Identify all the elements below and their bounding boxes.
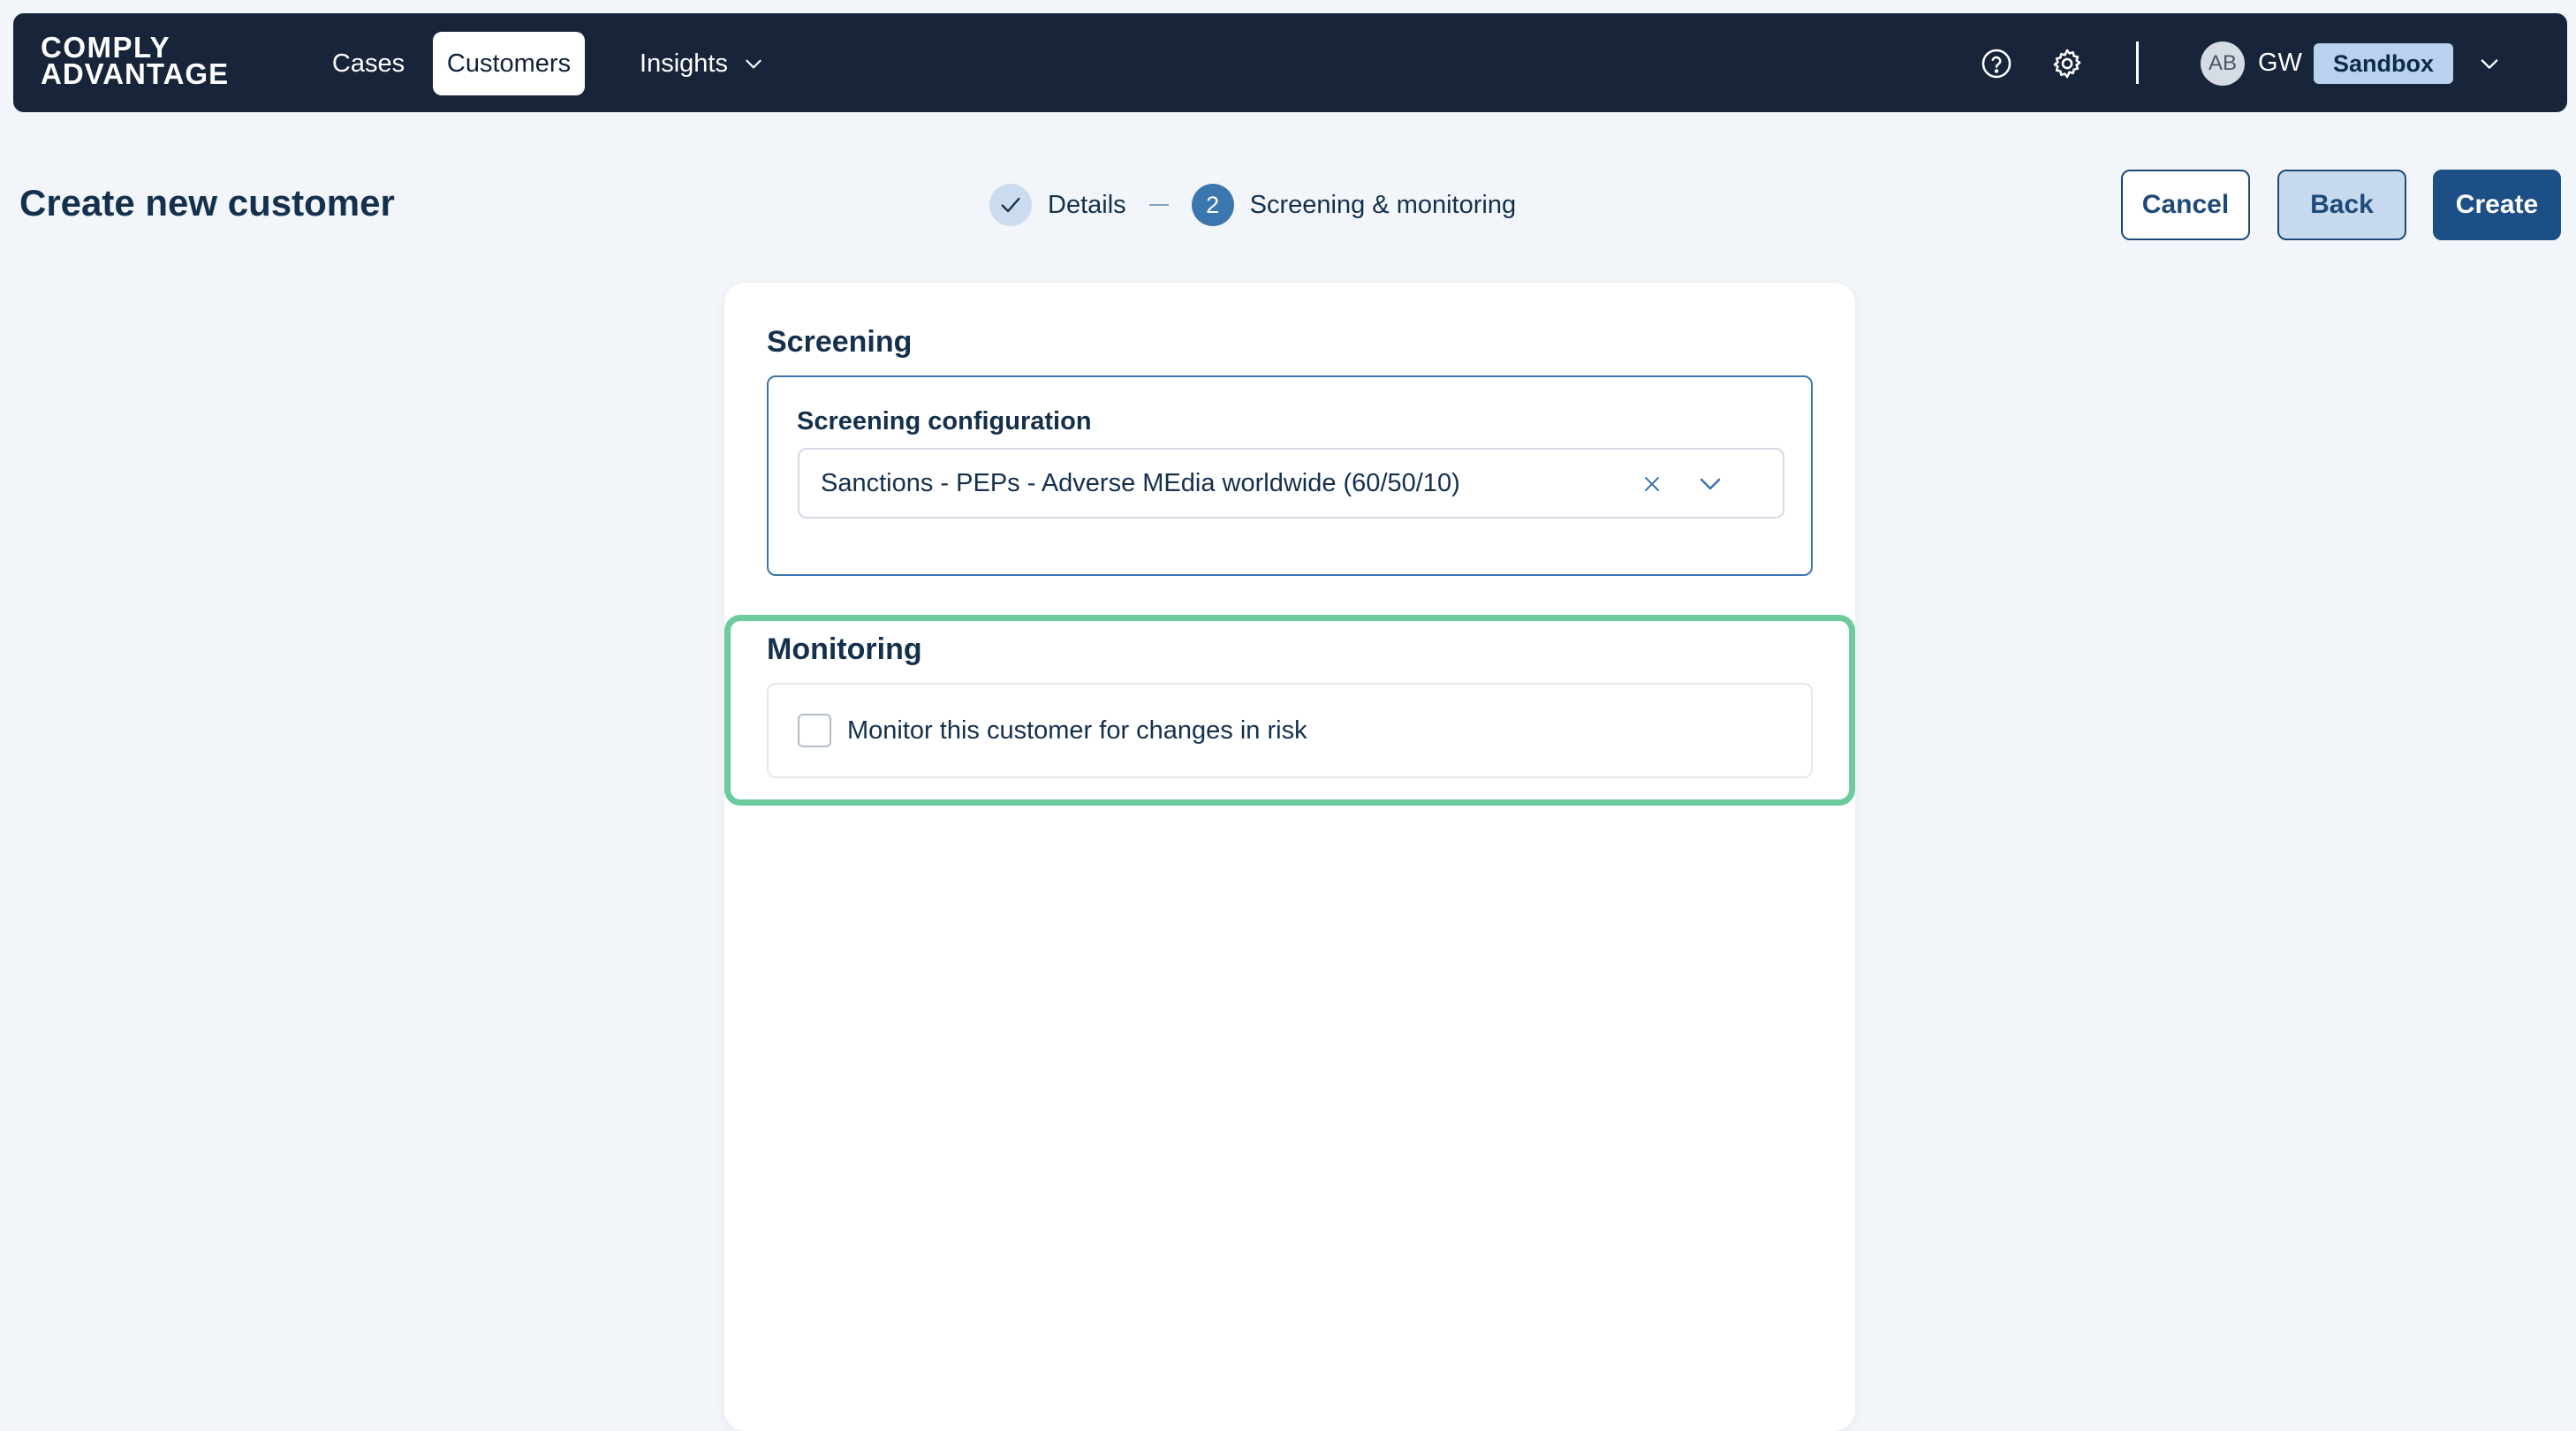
step-label-details: Details [1048,190,1126,219]
screening-config-select[interactable]: Sanctions - PEPs - Adverse MEdia worldwi… [798,448,1784,519]
chevron-down-icon [746,59,761,69]
logo-line-2: ADVANTAGE [41,57,230,90]
clear-selection-button[interactable] [1637,469,1667,499]
step-label-screening-monitoring: Screening & monitoring [1249,190,1517,219]
logo[interactable]: COMPLY ADVANTAGE [41,33,230,90]
check-icon [1001,197,1020,213]
monitoring-option-panel: Monitor this customer for changes in ris… [767,683,1813,778]
nav-item-label: Customers [446,49,572,78]
nav-item-insights[interactable]: Insights [623,32,782,95]
monitor-customer-checkbox[interactable] [798,714,831,747]
screening-section-title: Screening [767,325,913,359]
user-menu-toggle[interactable] [2474,49,2504,79]
gear-icon [2053,49,2081,79]
chevron-down-icon [1700,478,1721,490]
avatar[interactable]: AB [2201,42,2245,86]
step-connector [1148,204,1169,206]
settings-button[interactable] [2046,42,2088,85]
nav-item-customers[interactable]: Customers [433,32,585,95]
help-circle-icon [1981,49,2012,79]
nav-item-label: Insights [640,49,728,78]
form-card: Screening Screening configuration Sancti… [724,283,1855,1431]
page-title: Create new customer [19,182,395,223]
nav-item-cases[interactable]: Cases [311,32,426,95]
nav-divider [2136,42,2139,84]
monitor-customer-label[interactable]: Monitor this customer for changes in ris… [847,716,1307,746]
screening-config-label: Screening configuration [797,407,1092,435]
user-initials[interactable]: GW [2258,49,2302,78]
chevron-down-icon [2481,59,2498,69]
top-navbar: COMPLY ADVANTAGE Cases Customers Insight… [13,13,2567,112]
back-button[interactable]: Back [2277,170,2406,240]
environment-badge: Sandbox [2314,43,2453,84]
step-completed-indicator [989,184,1032,226]
monitoring-section-title: Monitoring [767,632,922,666]
screening-config-value: Sanctions - PEPs - Adverse MEdia worldwi… [821,469,1460,497]
screening-config-panel: Screening configuration Sanctions - PEPs… [767,375,1813,576]
step-number: 2 [1191,184,1234,226]
cancel-button[interactable]: Cancel [2121,170,2250,240]
help-button[interactable] [1975,42,2018,85]
close-icon [1645,477,1659,491]
stepper: Details 2 Screening & monitoring [989,184,1516,226]
create-button[interactable]: Create [2433,170,2561,240]
select-dropdown-toggle[interactable] [1693,467,1727,501]
nav-item-label: Cases [331,49,405,78]
